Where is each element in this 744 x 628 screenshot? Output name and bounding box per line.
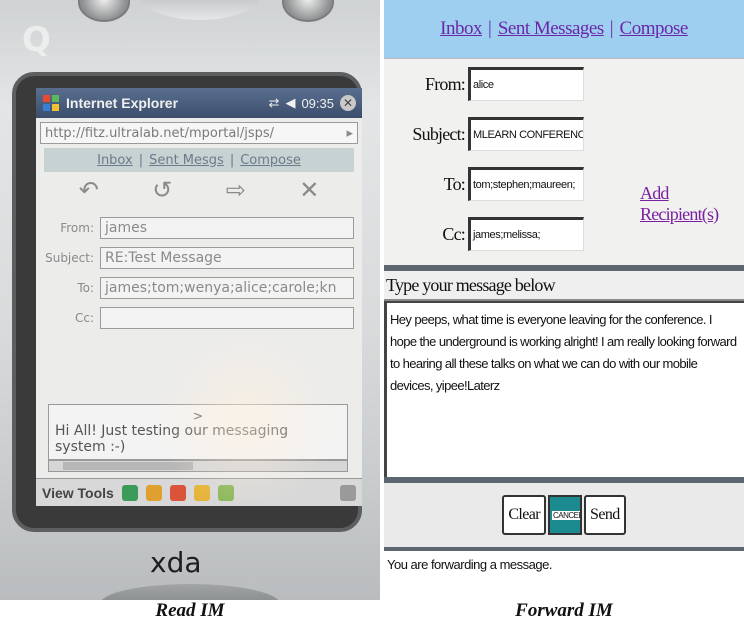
signal-icon: ⇄ xyxy=(268,95,280,110)
subject-field[interactable]: MLEARN CONFERENCE xyxy=(468,117,584,151)
phone-from-field[interactable]: james xyxy=(100,217,354,239)
forward-im-screen: Inbox | Sent Messages | Compose From: al… xyxy=(384,0,744,600)
nav-sent-messages-link[interactable]: Sent Messages xyxy=(498,18,604,40)
favorites-icon[interactable] xyxy=(193,484,210,501)
phone-horizontal-scrollbar[interactable] xyxy=(48,460,348,472)
cc-field[interactable]: james;melissa; xyxy=(468,217,584,251)
phone-subject-label: Subject: xyxy=(45,251,94,265)
address-text: http://fitz.ultralab.net/mportal/jsps/ xyxy=(45,125,275,141)
to-field[interactable]: tom;stephen;maureen; xyxy=(468,167,584,201)
subject-row: Subject: MLEARN CONFERENCE xyxy=(384,117,584,151)
phone-cc-label: Cc: xyxy=(74,311,94,325)
message-textarea[interactable]: Hey peeps, what time is everyone leaving… xyxy=(384,301,744,477)
delete-icon[interactable]: ✕ xyxy=(299,176,319,205)
from-row: From: alice xyxy=(384,67,584,101)
add-recipients-link[interactable]: Add Recipient(s) xyxy=(640,183,744,225)
keyboard-icon[interactable] xyxy=(340,484,356,501)
header-fields: From: alice Subject: MLEARN CONFERENCE T… xyxy=(384,58,744,265)
home-icon[interactable] xyxy=(169,484,186,501)
top-nav: Inbox | Sent Messages | Compose xyxy=(384,0,744,58)
phone-dpad-bottom xyxy=(100,584,280,600)
phone-to-field[interactable]: james;tom;wenya;alice;carole;kn xyxy=(100,277,354,299)
phone-dpad-top xyxy=(140,0,260,20)
go-arrow-icon[interactable]: ▸ xyxy=(346,126,353,141)
to-label: To: xyxy=(443,173,466,194)
refresh-icon[interactable] xyxy=(145,484,162,501)
phone-from-label: From: xyxy=(60,221,94,235)
cancel-button-label: CANCEL xyxy=(552,510,583,520)
phone-scrollbar-thumb[interactable] xyxy=(63,462,193,470)
phone-to-label: To: xyxy=(77,281,94,295)
from-label: From: xyxy=(424,73,466,94)
nav-separator: | xyxy=(609,18,614,39)
history-icon[interactable] xyxy=(217,484,234,501)
reply-icon[interactable]: ↶ xyxy=(79,176,99,205)
phone-message-area[interactable]: > Hi All! Just testing our messaging sys… xyxy=(48,404,348,460)
address-bar[interactable]: http://fitz.ultralab.net/mportal/jsps/ ▸ xyxy=(40,122,358,144)
phone-screen: Internet Explorer ⇄ ◀ 09:35 ✕ http://fit… xyxy=(36,88,362,506)
phone-message-text: Hi All! Just testing our messaging syste… xyxy=(55,423,289,455)
caption-forward-im: Forward IM xyxy=(515,600,613,621)
close-icon[interactable]: ✕ xyxy=(340,95,356,111)
from-field[interactable]: alice xyxy=(468,67,584,101)
clear-button[interactable]: Clear xyxy=(502,495,547,535)
cc-row: Cc: james;melissa; xyxy=(384,217,584,251)
message-header: Type your message below xyxy=(384,271,744,301)
phone-nav-inbox[interactable]: Inbox xyxy=(97,153,133,168)
nav-inbox-link[interactable]: Inbox xyxy=(440,18,482,40)
back-icon[interactable] xyxy=(121,484,138,501)
windows-flag-icon xyxy=(43,95,59,111)
phone-nav: Inbox | Sent Mesgs | Compose xyxy=(44,148,354,172)
caption-read-im: Read IM xyxy=(155,600,225,621)
phone-cc-row: Cc: xyxy=(44,307,354,329)
button-row: Clear CANCEL Send xyxy=(384,477,744,547)
phone-toolbar: View Tools xyxy=(36,478,362,506)
clock: 09:35 xyxy=(301,95,334,111)
nav-compose-link[interactable]: Compose xyxy=(620,18,689,40)
phone-cc-field[interactable] xyxy=(100,307,354,329)
phone-message-caret: > xyxy=(192,409,204,423)
phone-subject-row: Subject: RE:Test Message xyxy=(44,247,354,269)
phone-subject-field[interactable]: RE:Test Message xyxy=(100,247,354,269)
phone-action-icons: ↶ ↺ ⇨ ✕ xyxy=(36,172,362,209)
phone-brand-logo: xda xyxy=(150,546,202,579)
phone-from-row: From: james xyxy=(44,217,354,239)
phone-nav-sent[interactable]: Sent Mesgs xyxy=(149,153,224,168)
phone-toolbar-label[interactable]: View Tools xyxy=(42,485,114,501)
volume-icon: ◀ xyxy=(285,95,296,110)
cancel-button[interactable]: CANCEL xyxy=(548,495,583,535)
phone-to-row: To: james;tom;wenya;alice;carole;kn xyxy=(44,277,354,299)
to-row: To: tom;stephen;maureen; xyxy=(384,167,584,201)
status-message: You are forwarding a message. xyxy=(384,547,744,583)
send-button[interactable]: Send xyxy=(584,495,626,535)
phone-photo: Q Internet Explorer ⇄ ◀ 09:35 ✕ http://f… xyxy=(0,0,380,600)
phone-hardware-button-right xyxy=(282,0,334,22)
reply-all-icon[interactable]: ↺ xyxy=(152,176,172,205)
phone-hardware-button-left xyxy=(78,0,130,22)
phone-search-glyph: Q xyxy=(22,20,51,60)
nav-separator: | xyxy=(488,18,492,39)
cc-label: Cc: xyxy=(442,223,465,244)
subject-label: Subject: xyxy=(412,123,465,144)
phone-title-bar: Internet Explorer ⇄ ◀ 09:35 ✕ xyxy=(36,88,362,118)
forward-icon[interactable]: ⇨ xyxy=(226,176,246,205)
browser-title: Internet Explorer xyxy=(66,95,179,111)
phone-nav-compose[interactable]: Compose xyxy=(240,153,301,168)
